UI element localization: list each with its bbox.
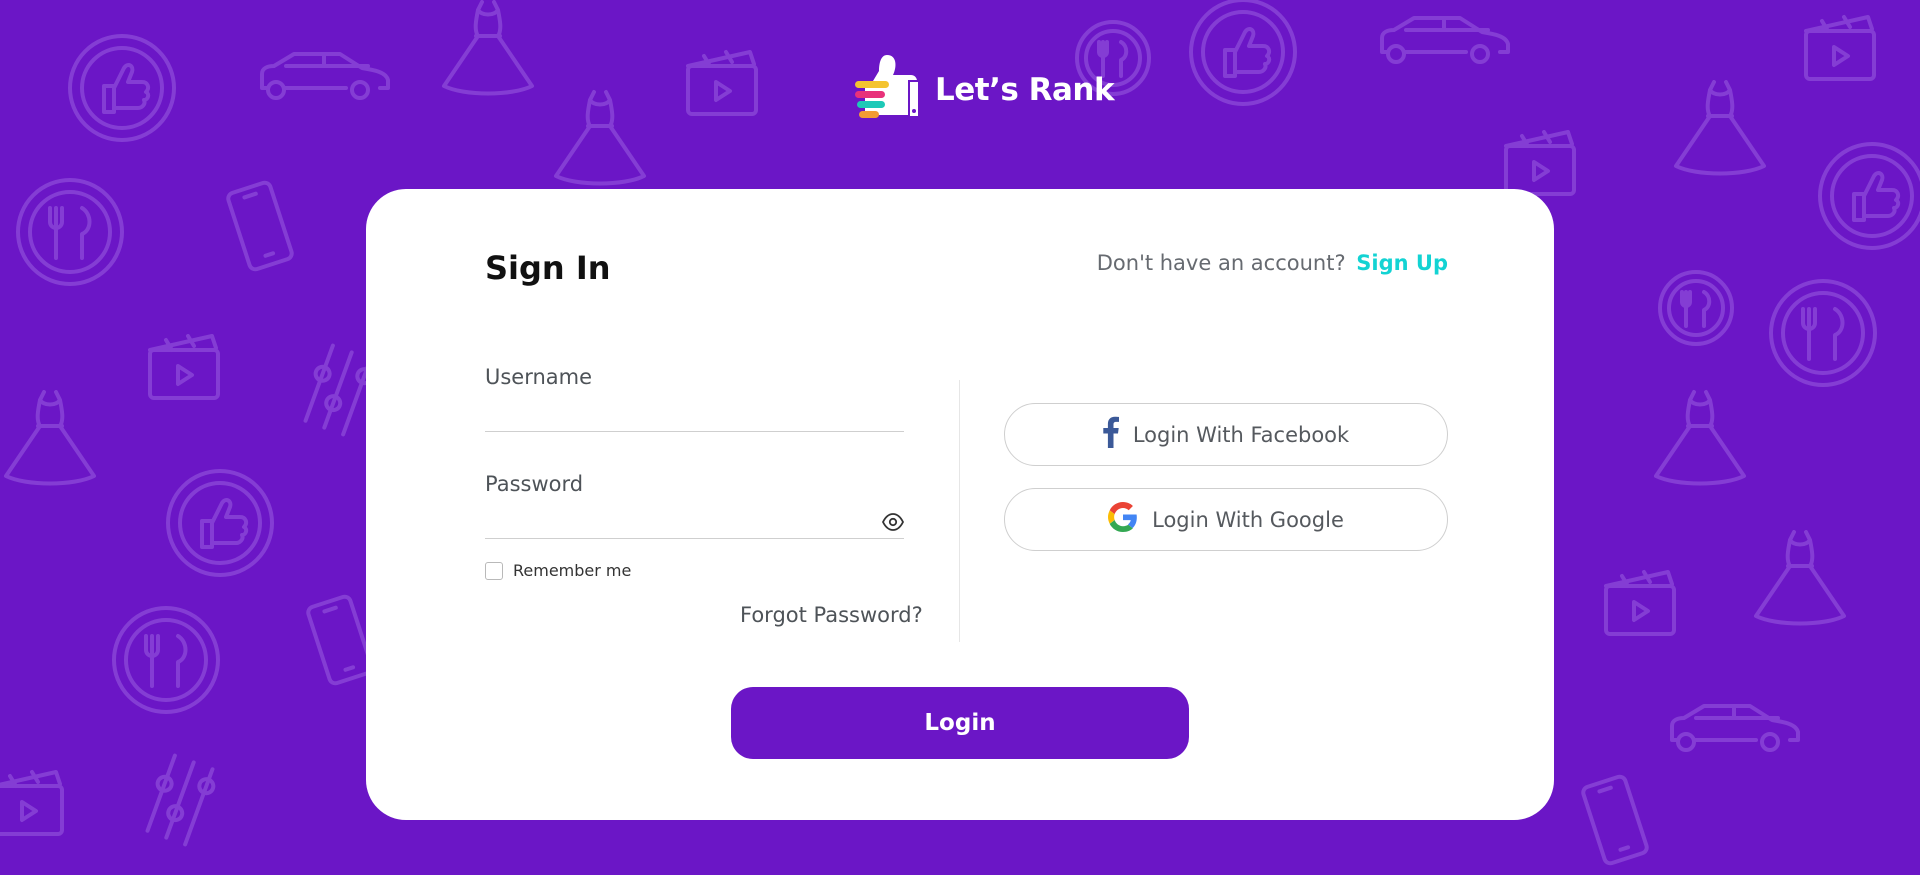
google-icon xyxy=(1108,502,1138,537)
badge-icon xyxy=(166,469,274,577)
no-account-text: Don't have an account? xyxy=(1096,251,1346,275)
dress-icon xyxy=(1654,390,1746,486)
google-login-label: Login With Google xyxy=(1152,507,1344,532)
password-underline xyxy=(485,538,904,539)
dress-icon xyxy=(554,90,646,186)
page-title: Sign In xyxy=(485,249,611,287)
clapperboard-icon xyxy=(1804,15,1876,81)
plate-icon xyxy=(1658,270,1734,346)
remember-me-label: Remember me xyxy=(513,561,632,580)
clapperboard-icon xyxy=(1504,130,1576,196)
signin-card: Sign In Don't have an account? Sign Up U… xyxy=(366,189,1554,820)
badge-icon xyxy=(1818,142,1920,250)
phone-icon xyxy=(1581,774,1649,866)
clapperboard-icon xyxy=(0,770,64,836)
forgot-password-link[interactable]: Forgot Password? xyxy=(740,603,923,627)
facebook-login-button[interactable]: Login With Facebook xyxy=(1004,403,1448,466)
thumbs-up-logo-icon xyxy=(853,55,923,125)
clapperboard-icon xyxy=(686,50,758,116)
plate-icon xyxy=(112,606,220,714)
google-login-button[interactable]: Login With Google xyxy=(1004,488,1448,551)
dress-icon xyxy=(4,390,96,486)
eye-icon[interactable] xyxy=(881,513,905,531)
remember-me-checkbox[interactable] xyxy=(485,561,503,580)
signup-prompt: Don't have an account? Sign Up xyxy=(1097,251,1448,275)
brand-logo[interactable]: Let’s Rank xyxy=(853,55,1115,125)
username-input[interactable] xyxy=(485,397,904,432)
facebook-icon xyxy=(1103,416,1119,453)
dress-icon xyxy=(442,0,534,96)
phone-icon xyxy=(306,594,374,686)
dress-icon xyxy=(1754,530,1846,626)
car-icon xyxy=(1380,16,1510,64)
password-input[interactable] xyxy=(485,504,875,539)
facebook-login-label: Login With Facebook xyxy=(1132,422,1350,447)
car-icon xyxy=(260,52,390,100)
vertical-divider xyxy=(959,380,960,642)
phone-icon xyxy=(226,180,294,272)
clapperboard-icon xyxy=(148,334,220,400)
brand-name: Let’s Rank xyxy=(935,72,1115,108)
plate-icon xyxy=(1769,279,1877,387)
login-button[interactable]: Login xyxy=(731,687,1189,759)
signup-link[interactable]: Sign Up xyxy=(1356,251,1448,275)
dress-icon xyxy=(1674,80,1766,176)
car-icon xyxy=(1670,704,1800,752)
clapperboard-icon xyxy=(1604,570,1676,636)
plate-icon xyxy=(16,178,124,286)
username-label: Username xyxy=(485,365,593,389)
sliders-icon xyxy=(145,753,216,847)
password-label: Password xyxy=(485,472,584,496)
badge-icon xyxy=(68,34,176,142)
remember-me: Remember me xyxy=(485,561,631,580)
badge-icon xyxy=(1189,0,1297,106)
